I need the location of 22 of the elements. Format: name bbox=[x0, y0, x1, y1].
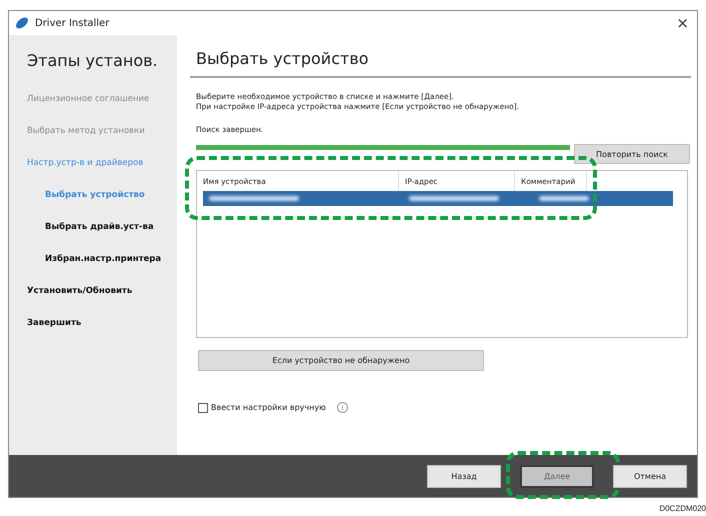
step-item: Избран.настр.принтера bbox=[44, 254, 162, 264]
step-item: Завершить bbox=[27, 318, 82, 328]
footer-button[interactable]: Назад bbox=[427, 465, 501, 488]
step-item: Выбрать метод установки bbox=[27, 126, 146, 136]
step-item: Выбрать драйв.уст-ва bbox=[44, 222, 155, 232]
app-icon bbox=[15, 16, 29, 30]
checkbox-label: Ввести настройки вручную bbox=[211, 403, 326, 412]
step-item: Установить/Обновить bbox=[27, 286, 134, 296]
retry-search-button[interactable]: Повторить поиск bbox=[574, 144, 690, 164]
device-row[interactable] bbox=[203, 191, 673, 206]
page-heading: Выбрать устройство bbox=[195, 49, 370, 68]
checkbox[interactable] bbox=[198, 402, 208, 412]
step-item: Лицензионное соглашение bbox=[27, 94, 150, 104]
step-item: Настр.устр-в и драйверов bbox=[27, 158, 144, 168]
window-title: Driver Installer bbox=[35, 18, 110, 28]
figure-code: D0CZDM020 bbox=[659, 504, 706, 513]
redacted-text bbox=[539, 196, 589, 201]
sidebar-title: Этапы установ. bbox=[27, 51, 159, 70]
close-button[interactable]: × bbox=[674, 14, 691, 32]
footer-button[interactable]: Отмена bbox=[613, 465, 687, 488]
step-item: Выбрать устройство bbox=[44, 190, 146, 200]
device-not-found-button[interactable]: Если устройство не обнаружено bbox=[198, 350, 484, 371]
